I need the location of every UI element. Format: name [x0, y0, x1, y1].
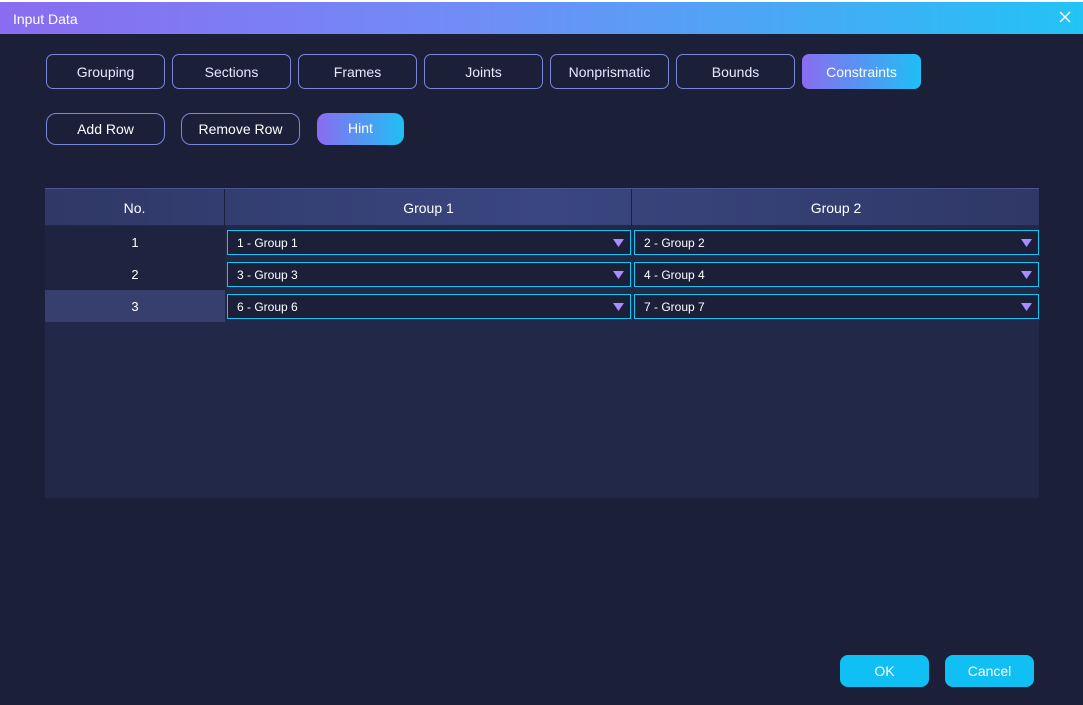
- dropdown-arrow-icon: [1021, 239, 1032, 247]
- tab-nonprismatic[interactable]: Nonprismatic: [550, 54, 669, 89]
- table-header: No. Group 1 Group 2: [45, 188, 1039, 226]
- close-icon[interactable]: [1057, 9, 1073, 25]
- group-1-select[interactable]: 6 - Group 6: [227, 294, 631, 319]
- tab-joints[interactable]: Joints: [424, 54, 543, 89]
- group-2-value: 4 - Group 4: [644, 267, 705, 282]
- column-header-no: No.: [45, 189, 225, 226]
- ok-button[interactable]: OK: [840, 655, 929, 687]
- column-header-group-2: Group 2: [810, 199, 862, 216]
- window-title: Input Data: [13, 11, 78, 27]
- row-number: 3: [45, 290, 225, 322]
- group-2-value: 2 - Group 2: [644, 235, 705, 250]
- column-header-group-1: Group 1: [226, 189, 632, 226]
- remove-row-button[interactable]: Remove Row: [181, 113, 300, 145]
- dropdown-arrow-icon: [1021, 271, 1032, 279]
- group-1-select[interactable]: 3 - Group 3: [227, 262, 631, 287]
- add-row-button[interactable]: Add Row: [46, 113, 165, 145]
- row-number: 1: [45, 226, 225, 258]
- group-1-value: 1 - Group 1: [237, 235, 298, 250]
- tab-grouping[interactable]: Grouping: [46, 54, 165, 89]
- hint-button[interactable]: Hint: [317, 113, 404, 145]
- group-1-value: 3 - Group 3: [237, 267, 298, 282]
- group-1-value: 6 - Group 6: [237, 299, 298, 314]
- group-2-select[interactable]: 7 - Group 7: [634, 294, 1039, 319]
- group-1-select[interactable]: 1 - Group 1: [227, 230, 631, 255]
- dropdown-arrow-icon: [613, 271, 624, 279]
- group-2-select[interactable]: 2 - Group 2: [634, 230, 1039, 255]
- tab-bounds[interactable]: Bounds: [676, 54, 795, 89]
- row-number: 2: [45, 258, 225, 290]
- dropdown-arrow-icon: [613, 303, 624, 311]
- dropdown-arrow-icon: [613, 239, 624, 247]
- group-2-select[interactable]: 4 - Group 4: [634, 262, 1039, 287]
- table-row[interactable]: 2 3 - Group 3 4 - Group 4: [45, 258, 1039, 290]
- dropdown-arrow-icon: [1021, 303, 1032, 311]
- tab-frames[interactable]: Frames: [298, 54, 417, 89]
- table-row-selected[interactable]: 3 6 - Group 6 7 - Group 7: [45, 290, 1039, 322]
- table-row[interactable]: 1 1 - Group 1 2 - Group 2: [45, 226, 1039, 258]
- tab-sections[interactable]: Sections: [172, 54, 291, 89]
- constraints-table: No. Group 1 Group 2 1 1 - Group 1 2 - Gr…: [45, 188, 1039, 498]
- title-bar: Input Data: [0, 0, 1083, 34]
- cancel-button[interactable]: Cancel: [945, 655, 1034, 687]
- group-2-value: 7 - Group 7: [644, 299, 705, 314]
- tab-constraints[interactable]: Constraints: [802, 54, 921, 89]
